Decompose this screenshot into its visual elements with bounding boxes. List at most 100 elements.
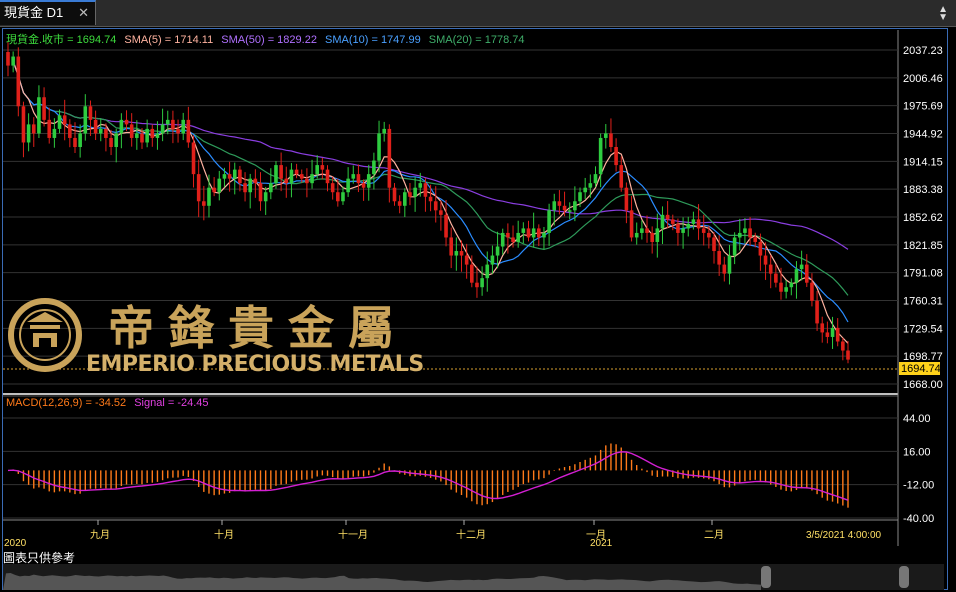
candle-body (325, 169, 330, 184)
candle-body (42, 97, 46, 120)
candle-body (248, 178, 253, 193)
candle-body (485, 264, 490, 279)
candle-body (73, 137, 77, 147)
candle-body (397, 201, 402, 206)
candle-body (140, 133, 144, 143)
scroll-handle-right[interactable] (899, 566, 909, 588)
candle-body (403, 192, 407, 206)
candle-body (439, 210, 443, 215)
candle-body (789, 282, 794, 288)
candle-body (670, 219, 675, 224)
candle-body (676, 223, 680, 233)
legend-macd: MACD(12,26,9) = -34.52 (6, 397, 126, 409)
legend-close: 現貨金.收市 = 1694.74 (6, 32, 116, 46)
candle-body (490, 255, 495, 265)
x-tick-label: 九月 (90, 529, 110, 541)
candle-body (722, 264, 727, 274)
candle-body (707, 232, 711, 238)
candle-body (475, 282, 479, 288)
legend-sma10: SMA(10) = 1747.99 (325, 34, 421, 46)
candle-body (660, 214, 665, 229)
candle-body (98, 128, 103, 134)
candle-body (57, 115, 62, 129)
candle-body (552, 201, 557, 211)
candle-body (779, 282, 783, 292)
candle-body (609, 133, 613, 147)
candle-body (62, 115, 67, 125)
candle-body (717, 251, 721, 265)
chart-scrollbar[interactable] (3, 564, 944, 590)
candle-body (712, 237, 716, 252)
candle-body (31, 124, 36, 134)
candle-body (573, 201, 577, 211)
candle-body (547, 210, 551, 233)
candle-body (598, 137, 603, 175)
y-tick-label: 1883.38 (903, 184, 943, 196)
y-tick-label: 1852.62 (903, 212, 943, 224)
candle-body (810, 282, 814, 301)
sma20-line (12, 60, 849, 296)
candle-body (274, 165, 278, 184)
candle-body (150, 128, 155, 138)
candle-body (794, 269, 799, 283)
candle-body (650, 232, 654, 242)
x-tick-label: 十二月 (456, 528, 486, 541)
x-tick-label: 十一月 (338, 528, 368, 541)
candle-body (614, 146, 618, 166)
candle-body (732, 237, 737, 256)
candle-body (160, 124, 165, 134)
candle-body (444, 214, 448, 238)
candle-body (691, 219, 696, 224)
candle-body (361, 183, 366, 188)
candle-body (593, 174, 598, 184)
candle-body (119, 119, 124, 134)
candle-body (191, 142, 196, 175)
y-tick-label: 1791.08 (903, 268, 943, 280)
candle-body (366, 174, 371, 188)
candle-body (315, 165, 320, 175)
y-tick-label: 1914.15 (903, 156, 943, 168)
candle-body (511, 237, 515, 242)
candle-body (377, 133, 381, 161)
candle-body (382, 128, 386, 134)
candle-body (480, 278, 484, 288)
logo-chinese-text: 帝鋒貴金屬 (108, 301, 408, 355)
legend-sma50: SMA(50) = 1829.22 (221, 34, 317, 46)
candle-body (500, 232, 505, 247)
candle-body (841, 341, 845, 351)
y-tick-label: 1698.77 (903, 351, 943, 363)
candle-body (799, 264, 804, 270)
candle-body (408, 192, 412, 197)
candle-body (217, 178, 222, 193)
logo-english-text: EMPERIO PRECIOUS METALS (86, 352, 424, 377)
macd-tick-label: 16.00 (903, 446, 931, 458)
candle-body (155, 133, 160, 138)
candle-body (753, 237, 758, 242)
candle-body (516, 232, 520, 242)
candle-body (109, 137, 113, 147)
candle-body (392, 187, 397, 202)
legend-sma20: SMA(20) = 1778.74 (429, 34, 525, 46)
candle-body (701, 228, 706, 233)
candle-body (665, 214, 670, 220)
candle-body (83, 106, 88, 134)
signal-line (7, 451, 849, 501)
candle-body (243, 183, 247, 193)
x-tick-label: 2020 (4, 538, 27, 549)
candle-body (165, 119, 170, 125)
x-tick-label: 二月 (704, 529, 724, 541)
candle-body (238, 169, 242, 184)
candle-body (227, 174, 232, 179)
candle-body (804, 264, 809, 283)
macd-tick-label: 44.00 (903, 413, 931, 425)
legend-signal: Signal = -24.45 (134, 397, 208, 409)
candle-body (449, 237, 453, 256)
scroll-handle-left[interactable] (761, 566, 771, 588)
candle-body (351, 174, 356, 179)
candle-body (26, 124, 31, 143)
candle-body (299, 174, 304, 179)
candle-body (387, 128, 392, 188)
candle-body (583, 187, 587, 193)
candle-body (212, 187, 216, 193)
candle-body (11, 56, 15, 66)
